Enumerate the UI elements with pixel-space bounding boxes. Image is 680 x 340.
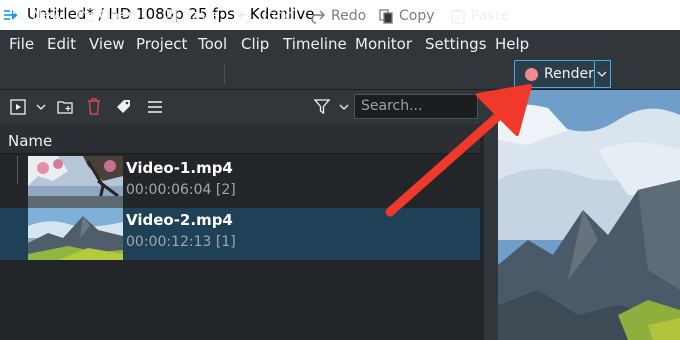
render-label: Render xyxy=(544,66,594,82)
redo-button[interactable]: Redo xyxy=(310,4,366,28)
chevron-down-icon[interactable] xyxy=(36,103,46,111)
search-input[interactable]: Search... xyxy=(354,94,478,119)
copy-button[interactable]: Copy xyxy=(378,4,435,28)
toolbar-separator xyxy=(224,64,225,84)
bin-toolbar: Search... xyxy=(0,90,488,124)
trash-icon[interactable] xyxy=(87,98,101,115)
open-button[interactable]: Open... xyxy=(78,4,150,28)
menu-bar: File Edit View Project Tool Clip Timelin… xyxy=(0,30,680,58)
menu-help[interactable]: Help xyxy=(495,35,529,53)
clip-thumbnail xyxy=(28,208,123,260)
save-button[interactable]: Save xyxy=(162,4,217,28)
record-dot-icon xyxy=(525,67,538,81)
clip-name: Video-2.mp4 xyxy=(126,211,233,229)
undo-icon xyxy=(237,10,251,24)
clip-monitor-preview xyxy=(498,90,680,340)
project-bin: Search... Name Video-1.mp4 00:00:06:04 [… xyxy=(0,90,488,340)
menu-timeline[interactable]: Timeline xyxy=(283,35,347,53)
menu-clip[interactable]: Clip xyxy=(241,35,269,53)
folder-open-icon xyxy=(78,11,93,22)
new-folder-icon[interactable] xyxy=(57,99,74,115)
paste-icon xyxy=(451,9,465,24)
render-dropdown-button[interactable] xyxy=(595,60,611,88)
menu-view[interactable]: View xyxy=(89,35,125,53)
menu-edit[interactable]: Edit xyxy=(47,35,76,53)
render-button[interactable]: Render xyxy=(514,60,595,88)
copy-label: Copy xyxy=(399,8,435,24)
search-placeholder: Search... xyxy=(361,98,423,114)
menu-tool[interactable]: Tool xyxy=(198,35,227,53)
hamburger-menu-icon[interactable] xyxy=(147,100,163,114)
clip-duration: 00:00:06:04 [2] xyxy=(126,182,236,198)
clip-thumbnail xyxy=(28,156,123,208)
paste-label: Paste xyxy=(471,8,509,24)
clip-name: Video-1.mp4 xyxy=(126,159,233,177)
copy-icon xyxy=(379,9,393,24)
bin-column-header[interactable]: Name xyxy=(0,124,480,154)
clip-duration: 00:00:12:13 [1] xyxy=(126,234,236,250)
undo-button[interactable]: Undo xyxy=(236,4,294,28)
save-icon xyxy=(163,9,177,23)
clip-row[interactable]: Video-1.mp4 00:00:06:04 [2] xyxy=(0,156,480,208)
new-label: New xyxy=(32,8,63,24)
clip-row[interactable]: Video-2.mp4 00:00:12:13 [1] xyxy=(0,208,480,260)
new-file-icon xyxy=(13,10,25,22)
redo-label: Redo xyxy=(331,8,367,24)
redo-icon xyxy=(311,10,325,24)
tag-icon[interactable] xyxy=(116,99,132,115)
new-button[interactable]: New xyxy=(11,4,63,28)
undo-label: Undo xyxy=(257,8,294,24)
chevron-down-icon[interactable] xyxy=(339,103,349,111)
menu-file[interactable]: File xyxy=(9,35,34,53)
menu-project[interactable]: Project xyxy=(136,35,187,53)
filter-icon[interactable] xyxy=(314,98,330,115)
open-label: Open... xyxy=(99,8,150,24)
panel-splitter[interactable] xyxy=(484,90,498,340)
paste-button[interactable]: Paste xyxy=(450,4,509,28)
menu-monitor[interactable]: Monitor xyxy=(355,35,412,53)
add-clip-icon[interactable] xyxy=(10,99,26,115)
menu-settings[interactable]: Settings xyxy=(425,35,487,53)
column-name-header: Name xyxy=(8,132,53,150)
chevron-down-icon xyxy=(597,71,607,77)
save-label: Save xyxy=(183,8,218,24)
